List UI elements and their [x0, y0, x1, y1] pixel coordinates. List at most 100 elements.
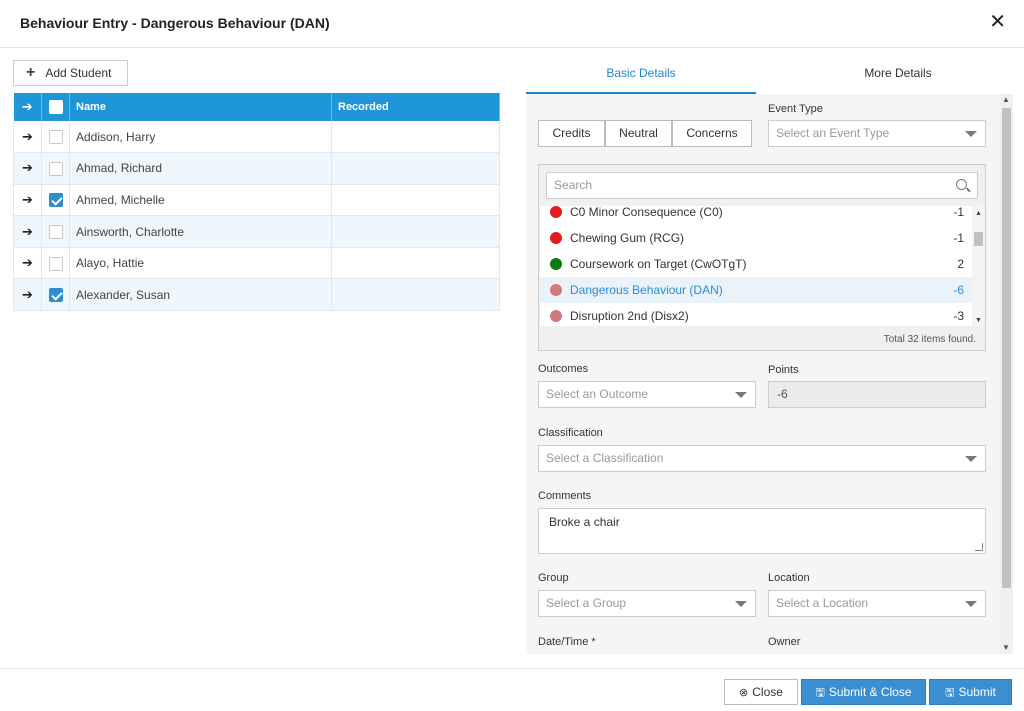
arrow-right-icon: ➔ — [22, 223, 33, 239]
student-name: Ainsworth, Charlotte — [69, 215, 332, 248]
event-label: Disruption 2nd (Disx2) — [570, 309, 689, 323]
student-checkbox[interactable] — [48, 161, 63, 176]
event-search-placeholder: Search — [554, 178, 593, 192]
search-icon[interactable] — [956, 179, 967, 190]
row-expand-cell[interactable]: ➔ — [13, 247, 42, 280]
group-placeholder: Select a Group — [546, 596, 627, 610]
comments-textarea[interactable]: Broke a chair — [538, 508, 986, 554]
event-list-box: Search C0 Minor Consequence (C0) -1 Chew… — [538, 164, 986, 351]
table-row[interactable]: ➔ Alayo, Hattie — [13, 247, 500, 280]
points-label: Points — [768, 364, 799, 376]
event-type-select[interactable]: Select an Event Type — [768, 120, 986, 147]
table-row[interactable]: ➔ Ahmad, Richard — [13, 152, 500, 185]
dialog-title: Behaviour Entry - Dangerous Behaviour (D… — [20, 15, 330, 31]
location-select[interactable]: Select a Location — [768, 590, 986, 617]
row-expand-cell[interactable]: ➔ — [13, 215, 42, 248]
submit-close-label: Submit & Close — [828, 685, 912, 699]
scroll-thumb[interactable] — [974, 232, 983, 246]
row-expand-cell[interactable]: ➔ — [13, 152, 42, 185]
tab-more-details[interactable]: More Details — [783, 55, 1013, 94]
table-row[interactable]: ➔ Addison, Harry — [13, 121, 500, 154]
column-header-name[interactable]: Name — [69, 93, 332, 121]
add-student-label: Add Student — [45, 66, 112, 80]
arrow-right-icon: ➔ — [22, 191, 33, 207]
submit-and-close-button[interactable]: 🖫 Submit & Close — [801, 679, 926, 705]
concerns-button[interactable]: Concerns — [672, 120, 752, 147]
comments-label: Comments — [538, 490, 592, 502]
datetime-label: Date/Time * — [538, 636, 596, 648]
student-checkbox[interactable] — [48, 256, 63, 271]
arrow-right-icon: ➔ — [22, 255, 33, 271]
plus-icon: + — [26, 64, 36, 81]
students-table: ➔ Name Recorded ➔ Addison, Harry ➔ Ahmad… — [13, 93, 500, 312]
student-recorded — [331, 247, 500, 280]
student-checkbox[interactable] — [48, 193, 63, 208]
neutral-button[interactable]: Neutral — [605, 120, 672, 147]
location-label: Location — [768, 572, 810, 584]
form-scrollbar[interactable]: ▲ ▼ — [1000, 94, 1013, 654]
event-search-input[interactable]: Search — [546, 172, 978, 199]
student-checkbox[interactable] — [48, 288, 63, 303]
row-expand-cell[interactable]: ➔ — [13, 184, 42, 217]
table-header-row: ➔ Name Recorded — [13, 93, 500, 121]
credits-button[interactable]: Credits — [538, 120, 605, 147]
event-points: -3 — [953, 309, 964, 323]
chevron-down-icon — [965, 131, 977, 137]
header-expand-cell[interactable]: ➔ — [13, 93, 42, 121]
outcome-placeholder: Select an Outcome — [546, 387, 649, 401]
scroll-down-icon[interactable]: ▼ — [975, 317, 982, 324]
student-recorded — [331, 184, 500, 217]
close-icon[interactable]: ✕ — [989, 12, 1006, 32]
event-points: 2 — [957, 257, 964, 271]
student-checkbox[interactable] — [48, 129, 63, 144]
student-name: Alayo, Hattie — [69, 247, 332, 280]
classification-select[interactable]: Select a Classification — [538, 445, 986, 472]
close-button-label: Close — [752, 685, 783, 699]
comments-value: Broke a chair — [549, 515, 620, 529]
outcome-select[interactable]: Select an Outcome — [538, 381, 756, 408]
list-item-selected[interactable]: Dangerous Behaviour (DAN) -6 — [540, 277, 972, 303]
select-all-checkbox[interactable] — [48, 100, 63, 114]
scroll-down-icon[interactable]: ▼ — [1002, 643, 1010, 652]
pink-dot-icon — [550, 310, 562, 322]
student-checkbox[interactable] — [48, 224, 63, 239]
chevron-down-icon — [735, 392, 747, 398]
row-select-cell — [41, 184, 70, 217]
row-expand-cell[interactable]: ➔ — [13, 278, 42, 312]
arrow-right-icon: ➔ — [22, 286, 33, 302]
event-type-placeholder: Select an Event Type — [776, 126, 890, 140]
row-select-cell — [41, 152, 70, 185]
list-item[interactable]: C0 Minor Consequence (C0) -1 — [540, 206, 972, 225]
row-expand-cell[interactable]: ➔ — [13, 121, 42, 154]
student-name: Alexander, Susan — [69, 278, 332, 312]
red-dot-icon — [550, 232, 562, 244]
close-button[interactable]: ⊗ Close — [724, 679, 798, 705]
event-type-label: Event Type — [768, 103, 823, 115]
event-label: C0 Minor Consequence (C0) — [570, 206, 723, 219]
table-row[interactable]: ➔ Alexander, Susan — [13, 278, 500, 312]
event-list-scrollbar[interactable]: ▲ ▼ — [972, 206, 985, 326]
group-select[interactable]: Select a Group — [538, 590, 756, 617]
green-dot-icon — [550, 258, 562, 270]
tab-basic-details[interactable]: Basic Details — [526, 55, 756, 94]
classification-label: Classification — [538, 427, 603, 439]
scroll-thumb[interactable] — [1002, 108, 1011, 588]
table-row[interactable]: ➔ Ainsworth, Charlotte — [13, 215, 500, 248]
row-select-cell — [41, 247, 70, 280]
chevron-down-icon — [965, 601, 977, 607]
column-header-recorded[interactable]: Recorded — [331, 93, 500, 121]
submit-button[interactable]: 🖫 Submit — [929, 679, 1012, 705]
add-student-button[interactable]: + Add Student — [13, 60, 128, 86]
event-label: Chewing Gum (RCG) — [570, 231, 685, 245]
group-label: Group — [538, 572, 569, 584]
list-item[interactable]: Chewing Gum (RCG) -1 — [540, 225, 972, 251]
scroll-up-icon[interactable]: ▲ — [975, 210, 982, 217]
list-item[interactable]: Disruption 2nd (Disx2) -3 — [540, 303, 972, 326]
close-circle-icon: ⊗ — [739, 687, 749, 699]
table-row[interactable]: ➔ Ahmed, Michelle — [13, 184, 500, 217]
event-label: Dangerous Behaviour (DAN) — [570, 283, 723, 297]
scroll-up-icon[interactable]: ▲ — [1002, 95, 1010, 104]
submit-label: Submit — [958, 685, 996, 699]
list-item[interactable]: Coursework on Target (CwOTgT) 2 — [540, 251, 972, 277]
resize-handle-icon[interactable] — [975, 543, 983, 551]
